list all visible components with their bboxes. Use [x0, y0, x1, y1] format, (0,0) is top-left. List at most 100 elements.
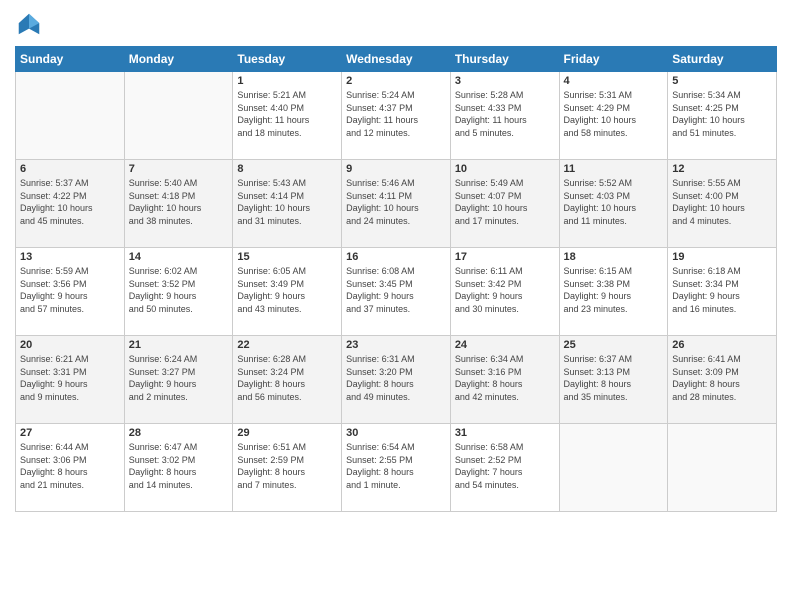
day-number: 18	[564, 251, 664, 263]
day-number: 26	[672, 339, 772, 351]
day-number: 31	[455, 427, 555, 439]
day-number: 19	[672, 251, 772, 263]
day-detail: Sunrise: 6:28 AM Sunset: 3:24 PM Dayligh…	[237, 353, 337, 403]
calendar-cell: 30 Sunrise: 6:54 AM Sunset: 2:55 PM Dayli…	[342, 424, 451, 512]
day-detail: Sunrise: 6:34 AM Sunset: 3:16 PM Dayligh…	[455, 353, 555, 403]
day-detail: Sunrise: 5:34 AM Sunset: 4:25 PM Dayligh…	[672, 89, 772, 139]
day-number: 13	[20, 251, 120, 263]
day-detail: Sunrise: 6:08 AM Sunset: 3:45 PM Dayligh…	[346, 265, 446, 315]
day-number: 8	[237, 163, 337, 175]
calendar-cell: 12 Sunrise: 5:55 AM Sunset: 4:00 PM Dayli…	[668, 160, 777, 248]
calendar-cell: 7 Sunrise: 5:40 AM Sunset: 4:18 PM Daylig…	[124, 160, 233, 248]
calendar-cell: 25Sunrise: 6:37 AM Sunset: 3:13 PM Dayli…	[559, 336, 668, 424]
calendar-cell: 5Sunrise: 5:34 AM Sunset: 4:25 PM Daylig…	[668, 72, 777, 160]
day-detail: Sunrise: 5:59 AM Sunset: 3:56 PM Dayligh…	[20, 265, 120, 315]
day-detail: Sunrise: 5:37 AM Sunset: 4:22 PM Dayligh…	[20, 177, 120, 227]
day-detail: Sunrise: 5:49 AM Sunset: 4:07 PM Dayligh…	[455, 177, 555, 227]
day-number: 4	[564, 75, 664, 87]
day-number: 17	[455, 251, 555, 263]
calendar-cell	[16, 72, 125, 160]
calendar-cell: 2Sunrise: 5:24 AM Sunset: 4:37 PM Daylig…	[342, 72, 451, 160]
calendar-cell: 23 Sunrise: 6:31 AM Sunset: 3:20 PM Dayli…	[342, 336, 451, 424]
calendar-cell: 17 Sunrise: 6:11 AM Sunset: 3:42 PM Dayli…	[450, 248, 559, 336]
day-detail: Sunrise: 5:46 AM Sunset: 4:11 PM Dayligh…	[346, 177, 446, 227]
day-detail: Sunrise: 6:24 AM Sunset: 3:27 PM Dayligh…	[129, 353, 229, 403]
calendar-cell: 27 Sunrise: 6:44 AM Sunset: 3:06 PM Dayli…	[16, 424, 125, 512]
day-number: 29	[237, 427, 337, 439]
calendar-cell: 11 Sunrise: 5:52 AM Sunset: 4:03 PM Dayli…	[559, 160, 668, 248]
day-detail: Sunrise: 6:05 AM Sunset: 3:49 PM Dayligh…	[237, 265, 337, 315]
calendar-cell: 28 Sunrise: 6:47 AM Sunset: 3:02 PM Dayli…	[124, 424, 233, 512]
day-number: 20	[20, 339, 120, 351]
day-number: 1	[237, 75, 337, 87]
day-detail: Sunrise: 5:28 AM Sunset: 4:33 PM Dayligh…	[455, 89, 555, 139]
page: SundayMondayTuesdayWednesdayThursdayFrid…	[0, 0, 792, 612]
calendar-weekday-thursday: Thursday	[450, 47, 559, 72]
calendar-weekday-tuesday: Tuesday	[233, 47, 342, 72]
calendar-week-row: 27 Sunrise: 6:44 AM Sunset: 3:06 PM Dayli…	[16, 424, 777, 512]
calendar-cell: 9 Sunrise: 5:46 AM Sunset: 4:11 PM Daylig…	[342, 160, 451, 248]
calendar-cell: 1Sunrise: 5:21 AM Sunset: 4:40 PM Daylig…	[233, 72, 342, 160]
day-detail: Sunrise: 6:11 AM Sunset: 3:42 PM Dayligh…	[455, 265, 555, 315]
calendar-cell: 13 Sunrise: 5:59 AM Sunset: 3:56 PM Dayli…	[16, 248, 125, 336]
day-detail: Sunrise: 6:44 AM Sunset: 3:06 PM Dayligh…	[20, 441, 120, 491]
day-number: 23	[346, 339, 446, 351]
logo	[15, 10, 47, 38]
day-detail: Sunrise: 5:52 AM Sunset: 4:03 PM Dayligh…	[564, 177, 664, 227]
calendar-weekday-wednesday: Wednesday	[342, 47, 451, 72]
day-number: 28	[129, 427, 229, 439]
calendar-cell: 4Sunrise: 5:31 AM Sunset: 4:29 PM Daylig…	[559, 72, 668, 160]
calendar-cell: 3 Sunrise: 5:28 AM Sunset: 4:33 PM Daylig…	[450, 72, 559, 160]
day-number: 22	[237, 339, 337, 351]
calendar-cell	[559, 424, 668, 512]
day-number: 12	[672, 163, 772, 175]
day-detail: Sunrise: 5:40 AM Sunset: 4:18 PM Dayligh…	[129, 177, 229, 227]
day-detail: Sunrise: 6:54 AM Sunset: 2:55 PM Dayligh…	[346, 441, 446, 491]
day-detail: Sunrise: 6:51 AM Sunset: 2:59 PM Dayligh…	[237, 441, 337, 491]
day-detail: Sunrise: 6:02 AM Sunset: 3:52 PM Dayligh…	[129, 265, 229, 315]
day-detail: Sunrise: 5:43 AM Sunset: 4:14 PM Dayligh…	[237, 177, 337, 227]
day-detail: Sunrise: 6:47 AM Sunset: 3:02 PM Dayligh…	[129, 441, 229, 491]
calendar-cell: 26Sunrise: 6:41 AM Sunset: 3:09 PM Dayli…	[668, 336, 777, 424]
day-number: 15	[237, 251, 337, 263]
calendar-weekday-monday: Monday	[124, 47, 233, 72]
calendar-cell: 10 Sunrise: 5:49 AM Sunset: 4:07 PM Dayli…	[450, 160, 559, 248]
calendar-weekday-sunday: Sunday	[16, 47, 125, 72]
calendar-table: SundayMondayTuesdayWednesdayThursdayFrid…	[15, 46, 777, 512]
day-number: 7	[129, 163, 229, 175]
calendar-week-row: 1Sunrise: 5:21 AM Sunset: 4:40 PM Daylig…	[16, 72, 777, 160]
calendar-cell: 18 Sunrise: 6:15 AM Sunset: 3:38 PM Dayli…	[559, 248, 668, 336]
calendar-cell: 24Sunrise: 6:34 AM Sunset: 3:16 PM Dayli…	[450, 336, 559, 424]
day-detail: Sunrise: 6:21 AM Sunset: 3:31 PM Dayligh…	[20, 353, 120, 403]
calendar-weekday-friday: Friday	[559, 47, 668, 72]
day-number: 30	[346, 427, 446, 439]
day-number: 3	[455, 75, 555, 87]
calendar-week-row: 13 Sunrise: 5:59 AM Sunset: 3:56 PM Dayli…	[16, 248, 777, 336]
day-number: 27	[20, 427, 120, 439]
day-detail: Sunrise: 6:37 AM Sunset: 3:13 PM Dayligh…	[564, 353, 664, 403]
day-detail: Sunrise: 5:55 AM Sunset: 4:00 PM Dayligh…	[672, 177, 772, 227]
calendar-weekday-saturday: Saturday	[668, 47, 777, 72]
calendar-cell: 8 Sunrise: 5:43 AM Sunset: 4:14 PM Daylig…	[233, 160, 342, 248]
day-detail: Sunrise: 6:15 AM Sunset: 3:38 PM Dayligh…	[564, 265, 664, 315]
day-number: 9	[346, 163, 446, 175]
calendar-cell: 21 Sunrise: 6:24 AM Sunset: 3:27 PM Dayli…	[124, 336, 233, 424]
calendar-cell: 29 Sunrise: 6:51 AM Sunset: 2:59 PM Dayli…	[233, 424, 342, 512]
day-number: 11	[564, 163, 664, 175]
calendar-cell: 16 Sunrise: 6:08 AM Sunset: 3:45 PM Dayli…	[342, 248, 451, 336]
day-detail: Sunrise: 6:31 AM Sunset: 3:20 PM Dayligh…	[346, 353, 446, 403]
day-detail: Sunrise: 6:18 AM Sunset: 3:34 PM Dayligh…	[672, 265, 772, 315]
day-number: 21	[129, 339, 229, 351]
calendar-cell: 15 Sunrise: 6:05 AM Sunset: 3:49 PM Dayli…	[233, 248, 342, 336]
calendar-cell	[124, 72, 233, 160]
day-number: 14	[129, 251, 229, 263]
calendar-cell: 19 Sunrise: 6:18 AM Sunset: 3:34 PM Dayli…	[668, 248, 777, 336]
calendar-week-row: 20 Sunrise: 6:21 AM Sunset: 3:31 PM Dayli…	[16, 336, 777, 424]
day-number: 10	[455, 163, 555, 175]
header	[15, 10, 777, 38]
day-number: 6	[20, 163, 120, 175]
logo-icon	[15, 10, 43, 38]
calendar-cell: 14 Sunrise: 6:02 AM Sunset: 3:52 PM Dayli…	[124, 248, 233, 336]
day-number: 16	[346, 251, 446, 263]
calendar-header-row: SundayMondayTuesdayWednesdayThursdayFrid…	[16, 47, 777, 72]
